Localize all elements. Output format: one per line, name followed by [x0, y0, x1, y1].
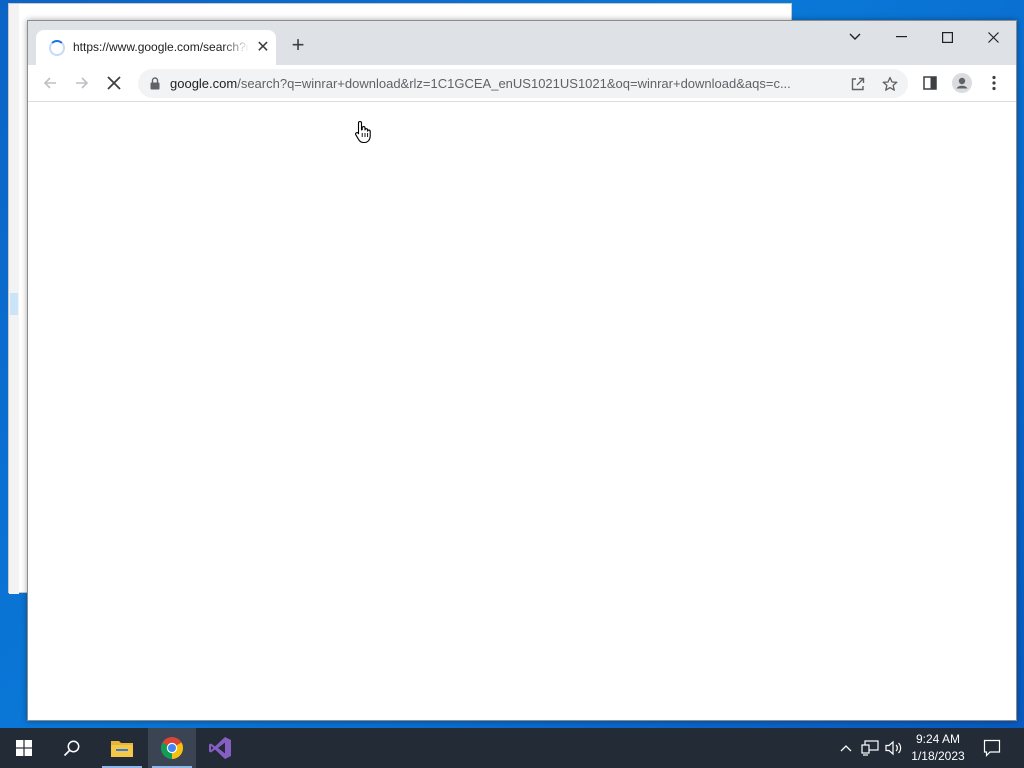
arrow-right-icon [76, 77, 89, 89]
chrome-icon [161, 737, 183, 759]
action-center-button[interactable] [982, 738, 1002, 758]
address-bar[interactable]: google.com/search?q=winrar+download&rlz=… [138, 69, 908, 98]
stop-loading-button[interactable] [100, 69, 128, 97]
stop-x-icon [107, 76, 121, 90]
forward-button[interactable] [68, 69, 96, 97]
tab-close-button[interactable]: ✕ [253, 38, 273, 58]
browser-toolbar: google.com/search?q=winrar+download&rlz=… [28, 65, 1016, 102]
back-button[interactable] [36, 69, 64, 97]
clock-date: 1/18/2023 [911, 749, 965, 763]
show-hidden-icons-button[interactable] [836, 738, 856, 758]
profile-button[interactable] [948, 69, 976, 97]
volume-button[interactable] [884, 738, 904, 758]
star-icon [882, 76, 898, 91]
speaker-volume-icon [885, 740, 902, 756]
profile-avatar-icon [952, 73, 972, 93]
arrow-left-icon [43, 77, 56, 89]
taskbar-clock[interactable]: 9:24 AM 1/18/2023 [904, 731, 972, 765]
search-icon [63, 740, 80, 757]
page-content-blank[interactable] [28, 102, 1016, 720]
share-button[interactable] [847, 73, 869, 95]
maximize-icon [941, 31, 953, 43]
side-panel-icon [923, 76, 937, 90]
kebab-menu-icon [992, 75, 996, 91]
taskbar-visual-studio[interactable] [196, 728, 244, 768]
start-button[interactable] [0, 728, 48, 768]
tab-title: https://www.google.com/search?q=winrar+d… [73, 40, 249, 54]
network-button[interactable] [860, 738, 880, 758]
tab-google-search[interactable]: https://www.google.com/search?q=winrar+d… [36, 30, 276, 65]
visual-studio-icon [209, 737, 231, 759]
taskbar: 9:24 AM 1/18/2023 [0, 728, 1024, 768]
url-text[interactable]: google.com/search?q=winrar+download&rlz=… [170, 76, 840, 92]
side-panel-button[interactable] [916, 69, 944, 97]
taskbar-search-button[interactable] [48, 728, 96, 768]
tab-strip: https://www.google.com/search?q=winrar+d… [28, 21, 1016, 65]
background-window-edge [0, 0, 18, 728]
minimize-button[interactable] [878, 23, 924, 51]
new-tab-button[interactable]: + [286, 34, 310, 58]
chrome-menu-button[interactable] [980, 69, 1008, 97]
close-window-button[interactable] [970, 23, 1016, 51]
file-explorer-icon [111, 741, 133, 757]
loading-spinner-icon [49, 40, 65, 56]
chrome-browser-window[interactable]: https://www.google.com/search?q=winrar+d… [27, 20, 1017, 721]
taskbar-file-explorer[interactable] [98, 728, 146, 768]
maximize-button[interactable] [924, 23, 970, 51]
network-icon [861, 740, 879, 756]
share-icon [851, 77, 865, 91]
clock-time: 9:24 AM [915, 732, 961, 746]
notification-icon [983, 739, 1001, 757]
url-path: /search?q=winrar+download&rlz=1C1GCEA_en… [237, 76, 791, 91]
close-icon [987, 31, 999, 43]
chevron-up-icon [840, 745, 852, 752]
url-host: google.com [170, 76, 238, 91]
tab-search-button[interactable] [832, 23, 878, 51]
hand-cursor-icon [355, 120, 371, 144]
taskbar-chrome[interactable] [148, 728, 196, 768]
bookmark-button[interactable] [879, 73, 901, 95]
chevron-down-icon [849, 33, 861, 40]
lock-icon[interactable] [148, 76, 162, 91]
minimize-icon [895, 36, 907, 38]
windows-start-icon [16, 740, 32, 756]
